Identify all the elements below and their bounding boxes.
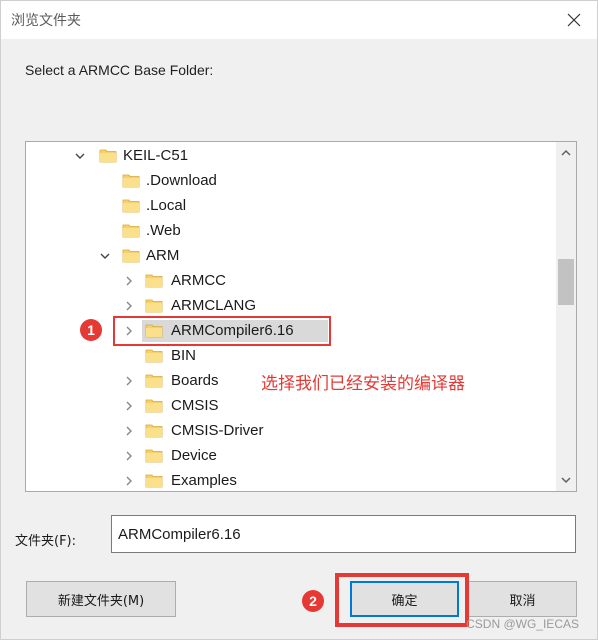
tree-item-device[interactable]: Device [26, 444, 556, 468]
tree-item-arm[interactable]: ARM [26, 244, 556, 268]
folder-path-input[interactable] [111, 515, 576, 553]
tree-item-cmsis-driver[interactable]: CMSIS-Driver [26, 419, 556, 443]
annotation-highlight-ok-button [335, 573, 469, 627]
tree-item-download[interactable]: .Download [26, 169, 556, 193]
tree-item-keil-c51[interactable]: KEIL-C51 [26, 144, 556, 168]
folder-icon [122, 174, 140, 188]
cancel-button[interactable]: 取消 [468, 581, 577, 617]
annotation-marker-1: 1 [80, 319, 102, 341]
tree-item-label: .Download [146, 172, 217, 189]
tree-item-label: Boards [171, 372, 219, 389]
tree-item-armclang[interactable]: ARMCLANG [26, 294, 556, 318]
tree-item-label: .Local [146, 197, 187, 214]
close-icon [567, 13, 581, 27]
annotation-highlight-selected-folder [113, 316, 331, 346]
chevron-right-icon[interactable] [123, 300, 135, 312]
folder-field-label: 文件夹(F): [15, 534, 77, 549]
tree-item-web[interactable]: .Web [26, 219, 556, 243]
tree-item-label: ARMCLANG [171, 297, 257, 314]
dialog-prompt: Select a ARMCC Base Folder: [25, 62, 214, 78]
chevron-right-icon[interactable] [123, 375, 135, 387]
folder-icon [145, 449, 163, 463]
tree-item-label: BIN [171, 347, 197, 364]
folder-icon [145, 399, 163, 413]
tree-item-armcc[interactable]: ARMCC [26, 269, 556, 293]
title-bar: 浏览文件夹 [1, 1, 597, 39]
chevron-right-icon[interactable] [123, 400, 135, 412]
chevron-down-icon[interactable] [74, 150, 86, 162]
folder-icon [145, 349, 163, 363]
watermark: CSDN @WG_IECAS [466, 617, 579, 631]
tree-item-label: .Web [146, 222, 181, 239]
browse-folder-dialog: 浏览文件夹 Select a ARMCC Base Folder: KEIL-C… [0, 0, 598, 640]
annotation-marker-2: 2 [302, 590, 324, 612]
tree-item-label: CMSIS-Driver [171, 422, 264, 439]
chevron-right-icon[interactable] [123, 425, 135, 437]
tree-item-examples[interactable]: Examples [26, 469, 556, 491]
folder-icon [122, 249, 140, 263]
new-folder-button[interactable]: 新建文件夹(M) [26, 581, 176, 617]
folder-icon [145, 374, 163, 388]
chevron-right-icon[interactable] [123, 275, 135, 287]
tree-item-bin[interactable]: BIN [26, 344, 556, 368]
folder-icon [145, 424, 163, 438]
tree-item-label: ARMCC [171, 272, 226, 289]
chevron-down-icon[interactable] [99, 250, 111, 262]
folder-icon [122, 199, 140, 213]
chevron-right-icon[interactable] [123, 450, 135, 462]
window-title: 浏览文件夹 [11, 13, 81, 29]
tree-item-label: KEIL-C51 [123, 147, 189, 164]
tree-item-label: ARM [146, 247, 180, 264]
folder-icon [145, 474, 163, 488]
scroll-up-arrow-icon[interactable] [559, 146, 573, 160]
folder-icon [122, 224, 140, 238]
folder-icon [145, 274, 163, 288]
scroll-down-arrow-icon[interactable] [559, 473, 573, 487]
scrollbar-thumb[interactable] [558, 259, 574, 305]
tree-item-label: Device [171, 447, 217, 464]
folder-icon [145, 299, 163, 313]
tree-item-label: CMSIS [171, 397, 219, 414]
tree-item-label: Examples [171, 472, 237, 489]
tree-item-cmsis[interactable]: CMSIS [26, 394, 556, 418]
tree-item-local[interactable]: .Local [26, 194, 556, 218]
chevron-right-icon[interactable] [123, 475, 135, 487]
close-button[interactable] [561, 7, 587, 33]
annotation-note: 选择我们已经安装的编译器 [261, 374, 465, 394]
folder-icon [99, 149, 117, 163]
vertical-scrollbar[interactable] [556, 142, 576, 491]
